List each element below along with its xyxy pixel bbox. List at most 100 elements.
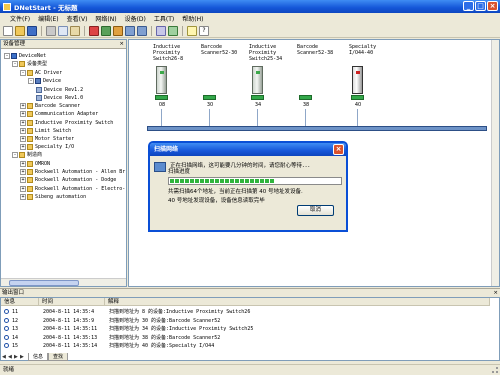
- device-icon[interactable]: [252, 66, 263, 94]
- expand-icon[interactable]: +: [20, 193, 26, 200]
- upload-icon[interactable]: [125, 25, 135, 36]
- tab-prev-icon[interactable]: ◀: [8, 354, 13, 360]
- menu-device[interactable]: 设备(D): [121, 14, 150, 23]
- output-row[interactable]: 12 2004-8-11 14:35:9 扫描到地址为 30 的设备:Barcode…: [1, 317, 491, 325]
- device-node-icon[interactable]: [155, 95, 168, 100]
- tab-first-icon[interactable]: ◀: [2, 354, 7, 360]
- expand-icon[interactable]: +: [20, 135, 26, 142]
- tab-next-icon[interactable]: ▶: [14, 354, 19, 360]
- tree-node[interactable]: + Rockwell Automation - Dodge: [20, 176, 116, 184]
- progress-label: 扫描进度: [168, 169, 191, 175]
- expand-icon[interactable]: +: [20, 143, 26, 150]
- download-icon[interactable]: [137, 25, 147, 36]
- expand-icon[interactable]: +: [20, 127, 26, 134]
- dev-icon: [35, 77, 41, 84]
- collapse-icon[interactable]: -: [12, 151, 18, 158]
- cut-icon[interactable]: [46, 25, 56, 36]
- output-row[interactable]: 13 2004-8-11 14:35:11 扫描到地址为 34 的设备:Induct…: [1, 325, 491, 333]
- device-address: 38: [302, 102, 310, 108]
- expand-icon[interactable]: +: [20, 160, 26, 167]
- new-icon[interactable]: [3, 25, 13, 36]
- output-row[interactable]: 14 2004-8-11 14:35:13 扫描到地址为 38 的设备:Barcod…: [1, 334, 491, 342]
- tab-info[interactable]: 信息: [28, 353, 49, 361]
- tree-node[interactable]: + Inductive Proximity Switch: [20, 119, 113, 127]
- output-id: 15: [12, 343, 19, 349]
- tree-node-label: Rockwell Automation - Allen Br: [35, 169, 126, 175]
- expand-icon[interactable]: +: [20, 102, 26, 109]
- output-text: 扫描到地址为 30 的设备:Barcode Scanner52: [109, 317, 221, 324]
- tree-node-label: Limit Switch: [35, 128, 72, 134]
- folder-icon: [19, 151, 25, 158]
- canvas-vertical-scrollbar[interactable]: [491, 40, 499, 286]
- tree-node[interactable]: + Rockwell Automation - Allen Br: [20, 168, 125, 176]
- output-text: 扫描到地址为 8 的设备:Inductive Proximity Switch2…: [109, 309, 251, 315]
- tab-last-icon[interactable]: ▶: [20, 354, 25, 360]
- device-icon[interactable]: [352, 66, 363, 94]
- scan-progress-bar: [168, 177, 342, 185]
- resize-grip-icon[interactable]: [492, 367, 498, 373]
- menu-network[interactable]: 网络(N): [91, 14, 120, 23]
- collapse-icon[interactable]: -: [4, 52, 10, 59]
- device-address: 34: [254, 102, 262, 108]
- cancel-button[interactable]: 取消: [297, 205, 334, 216]
- output-row[interactable]: 15 2004-8-11 14:35:14 扫描到地址为 40 的设备:Specia…: [1, 342, 491, 350]
- tab-find[interactable]: 查找: [48, 353, 69, 361]
- tree-node[interactable]: - 设备类型: [12, 60, 47, 68]
- device-node-icon[interactable]: [351, 95, 364, 100]
- tree-node[interactable]: - 制造商: [12, 151, 42, 159]
- device-icon[interactable]: [156, 66, 167, 94]
- column-header-description[interactable]: 解释: [105, 298, 490, 306]
- paste-icon[interactable]: [70, 25, 80, 36]
- close-button[interactable]: ×: [487, 1, 498, 11]
- dialog-close-button[interactable]: ×: [333, 144, 344, 155]
- tree-node[interactable]: + Barcode Scanner: [20, 102, 80, 110]
- tree-node[interactable]: + Specialty I/O: [20, 143, 74, 151]
- device-node-icon[interactable]: [203, 95, 216, 100]
- minimize-button[interactable]: _: [463, 1, 474, 11]
- collapse-icon[interactable]: -: [12, 60, 18, 67]
- tree-node[interactable]: + Communication Adapter: [20, 110, 98, 118]
- drop-line: [257, 109, 258, 126]
- menu-edit[interactable]: 编辑(E): [34, 14, 62, 23]
- device-node-icon[interactable]: [251, 95, 264, 100]
- menu-help[interactable]: 帮助(H): [178, 14, 207, 23]
- tree-node[interactable]: Device Rev1.0: [36, 94, 83, 102]
- tree-node[interactable]: - AC Driver: [20, 69, 62, 77]
- tree-node[interactable]: + Limit Switch: [20, 127, 71, 135]
- device-node-icon[interactable]: [299, 95, 312, 100]
- online-icon[interactable]: [101, 25, 111, 36]
- tree-node[interactable]: + Motor Starter: [20, 135, 74, 143]
- scan-icon[interactable]: [113, 25, 123, 36]
- tree-node[interactable]: + OMRON: [20, 160, 50, 168]
- open-icon[interactable]: [15, 25, 25, 36]
- expand-icon[interactable]: +: [20, 185, 26, 192]
- save-icon[interactable]: [27, 25, 37, 36]
- column-header-time[interactable]: 时间: [39, 298, 105, 306]
- close-icon[interactable]: ×: [119, 40, 124, 49]
- tree-node[interactable]: Device Rev1.2: [36, 86, 83, 94]
- properties-icon[interactable]: [156, 25, 166, 36]
- collapse-icon[interactable]: -: [28, 77, 34, 84]
- tree-node[interactable]: + Rockwell Automation - Electro-: [20, 185, 125, 193]
- menu-file[interactable]: 文件(F): [6, 14, 34, 23]
- expand-icon[interactable]: +: [20, 168, 26, 175]
- tree-horizontal-scrollbar[interactable]: [1, 278, 126, 286]
- tree-node[interactable]: - Device: [28, 77, 61, 85]
- copy-icon[interactable]: [58, 25, 68, 36]
- delete-icon[interactable]: [89, 25, 99, 36]
- context-help-icon[interactable]: ?: [199, 25, 209, 36]
- output-row[interactable]: 11 2004-8-11 14:35:4 扫描到地址为 8 的设备:Inductiv…: [1, 308, 491, 316]
- menu-view[interactable]: 查看(V): [63, 14, 92, 23]
- expand-icon[interactable]: +: [20, 119, 26, 126]
- info-icon: [4, 317, 9, 323]
- expand-icon[interactable]: +: [20, 110, 26, 117]
- menu-tools[interactable]: 工具(T): [150, 14, 178, 23]
- tree-node[interactable]: + Sibeng automation: [20, 193, 86, 201]
- collapse-icon[interactable]: -: [20, 69, 26, 76]
- help-icon[interactable]: [187, 25, 197, 36]
- maximize-button[interactable]: □: [475, 1, 486, 11]
- monitor-icon[interactable]: [168, 25, 178, 36]
- expand-icon[interactable]: +: [20, 176, 26, 183]
- column-header-info[interactable]: 信息: [1, 298, 39, 306]
- tree-node[interactable]: - DeviceNet: [4, 52, 46, 60]
